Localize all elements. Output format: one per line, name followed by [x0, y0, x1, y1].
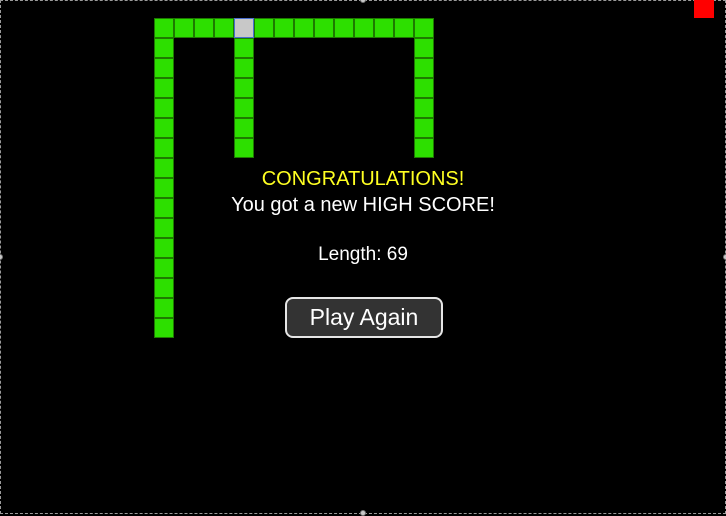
snake-segment [414, 38, 434, 58]
snake-segment [214, 18, 234, 38]
snake-segment [154, 218, 174, 238]
snake-segment [394, 18, 414, 38]
snake-segment [234, 78, 254, 98]
snake-segment [174, 18, 194, 38]
length-readout: Length: 69 [0, 244, 726, 266]
snake-segment [154, 78, 174, 98]
snake-segment [314, 18, 334, 38]
snake-segment [414, 118, 434, 138]
snake-segment [234, 38, 254, 58]
snake-segment [154, 98, 174, 118]
snake-segment [374, 18, 394, 38]
snake-segment [234, 138, 254, 158]
snake-segment [154, 318, 174, 338]
snake-segment [154, 58, 174, 78]
snake-segment [414, 18, 434, 38]
snake-segment [354, 18, 374, 38]
length-value: 69 [386, 244, 408, 265]
snake-segment [154, 118, 174, 138]
snake-segment [294, 18, 314, 38]
snake-segment [154, 138, 174, 158]
snake-segment [414, 78, 434, 98]
snake-segment [234, 98, 254, 118]
high-score-message: You got a new HIGH SCORE! [231, 194, 495, 216]
snake-segment [274, 18, 294, 38]
play-again-button[interactable]: Play Again [285, 297, 443, 338]
snake-segment [194, 18, 214, 38]
snake-head [234, 18, 254, 38]
snake-segment [414, 138, 434, 158]
snake-segment [334, 18, 354, 38]
snake-segment [414, 98, 434, 118]
snake-segment [234, 58, 254, 78]
congratulations-heading: CONGRATULATIONS! [261, 168, 465, 190]
length-label: Length: [318, 244, 382, 265]
snake-segment [234, 118, 254, 138]
snake-segment [154, 298, 174, 318]
snake-segment [154, 278, 174, 298]
snake-segment [154, 38, 174, 58]
snake-segment [154, 18, 174, 38]
snake-segment [254, 18, 274, 38]
snake-segment [414, 58, 434, 78]
